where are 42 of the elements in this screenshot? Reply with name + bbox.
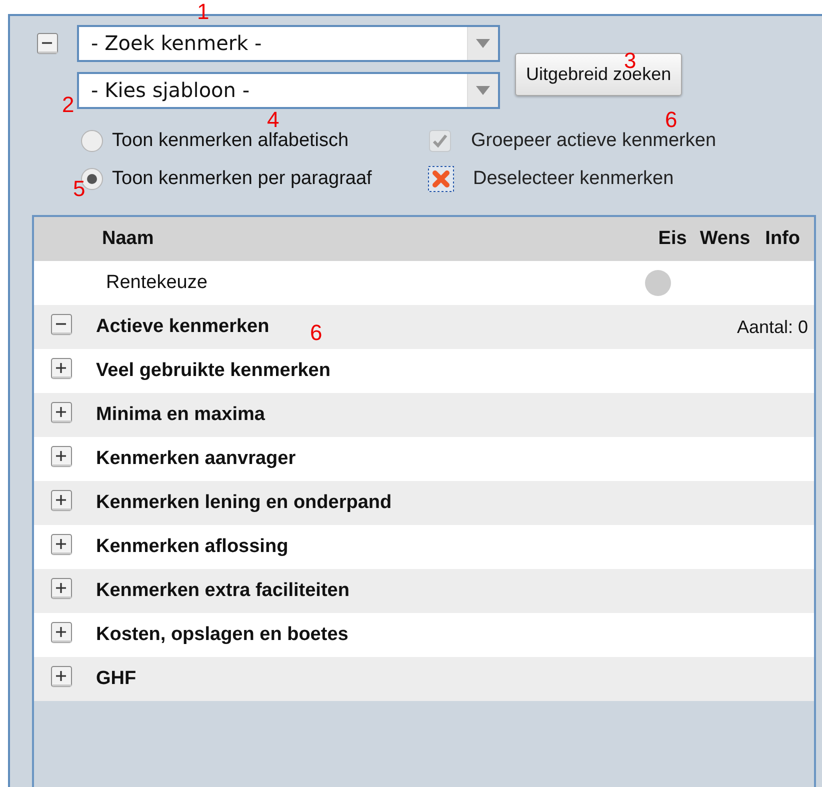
annotation-number: 5 <box>73 178 86 200</box>
group-name[interactable]: Veel gebruikte kenmerken <box>96 360 330 382</box>
count-label: Aantal: 0 <box>736 316 808 338</box>
expand-button[interactable] <box>50 401 74 425</box>
group-name[interactable]: Kenmerken aanvrager <box>96 448 296 470</box>
option-label: Toon kenmerken alfabetisch <box>112 130 349 152</box>
expand-button[interactable] <box>50 357 74 381</box>
collapse-button[interactable] <box>36 32 60 56</box>
search-dropdown[interactable]: - Zoek kenmerk - <box>77 25 500 62</box>
annotation-number: 2 <box>62 94 74 116</box>
column-header: Info <box>765 228 800 250</box>
dropdown-arrow-icon <box>476 39 490 48</box>
deselect-label[interactable]: Deselecteer kenmerken <box>473 168 674 190</box>
option-label: Toon kenmerken per paragraaf <box>112 168 372 190</box>
requirement-radio[interactable] <box>644 269 672 297</box>
annotation-number: 6 <box>310 322 322 344</box>
expand-button[interactable] <box>50 577 74 601</box>
column-header: Naam <box>102 228 155 250</box>
expand-button[interactable] <box>50 665 74 689</box>
item-name: Rentekeuze <box>106 272 208 294</box>
group-name[interactable]: Kenmerken aflossing <box>96 536 288 558</box>
column-header: Eis <box>658 228 687 250</box>
annotation-number: 6 <box>665 109 678 131</box>
collapse-button[interactable] <box>50 313 74 337</box>
column-header: Wens <box>700 228 750 250</box>
expand-button[interactable] <box>50 621 74 645</box>
expand-button[interactable] <box>50 445 74 469</box>
group-name[interactable]: Actieve kenmerken <box>96 316 270 338</box>
annotation-number: 4 <box>267 109 280 131</box>
deselect-icon[interactable] <box>428 166 454 192</box>
radio-button[interactable] <box>80 129 104 153</box>
expand-button[interactable] <box>50 489 74 513</box>
group-name[interactable]: GHF <box>96 668 136 690</box>
group-name[interactable]: Kenmerken extra faciliteiten <box>96 580 350 602</box>
dropdown-arrow-icon <box>476 86 490 95</box>
group-name[interactable]: Kenmerken lening en onderpand <box>96 492 392 514</box>
template-dropdown[interactable]: - Kies sjabloon - <box>77 72 500 109</box>
group-name[interactable]: Minima en maxima <box>96 404 265 426</box>
expand-button[interactable] <box>50 533 74 557</box>
annotation-number: 3 <box>624 50 636 72</box>
group-name[interactable]: Kosten, opslagen en boetes <box>96 624 348 646</box>
checkbox-label: Groepeer actieve kenmerken <box>471 130 716 152</box>
